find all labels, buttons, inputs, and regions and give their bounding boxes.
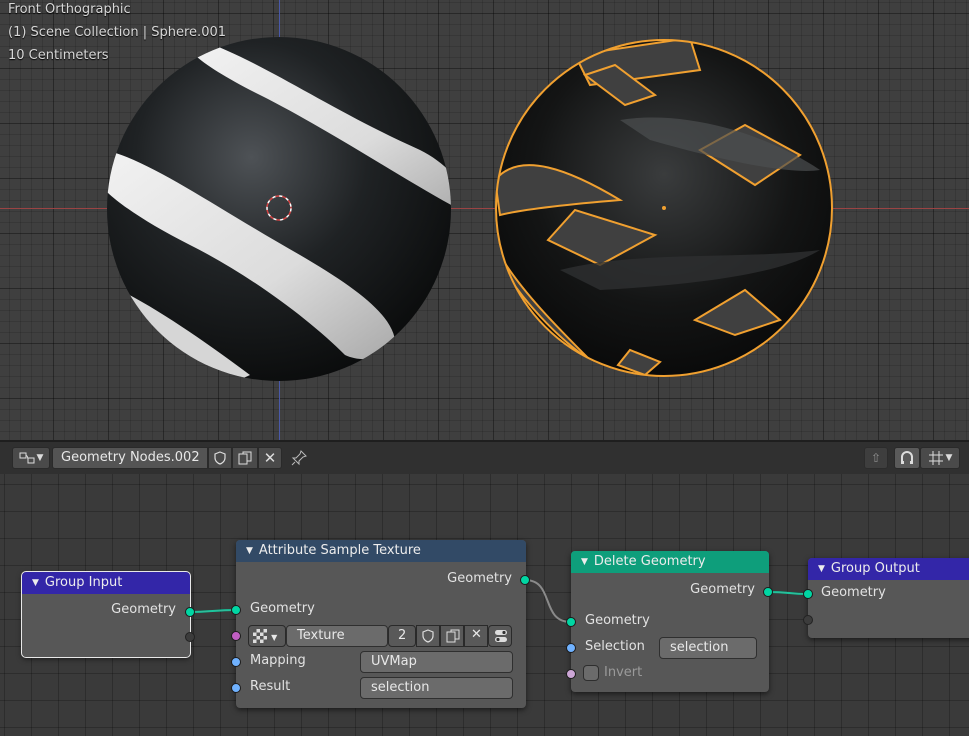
texture-users-count[interactable]: 2 xyxy=(388,625,416,647)
snap-mode-dropdown[interactable]: ▼ xyxy=(920,447,960,469)
snap-toggle[interactable] xyxy=(894,447,920,469)
geometry-input-socket[interactable] xyxy=(803,589,813,599)
socket-label: Geometry xyxy=(447,571,512,586)
3d-viewport[interactable]: Front Orthographic (1) Scene Collection … xyxy=(0,0,969,440)
node-editor-canvas[interactable]: ▼ Group Input Geometry ▼ Attribute Sample … xyxy=(0,474,969,736)
grid-snap-icon xyxy=(928,450,944,466)
chevron-down-icon: ▼ xyxy=(36,453,44,463)
chevron-down-icon: ▼ xyxy=(271,633,278,642)
collapse-triangle-icon[interactable]: ▼ xyxy=(581,557,588,567)
unlink-button[interactable]: ✕ xyxy=(258,447,282,469)
viewport-scene xyxy=(105,37,833,385)
texture-properties-button[interactable] xyxy=(488,625,512,647)
duplicate-button[interactable] xyxy=(232,447,258,469)
shield-icon xyxy=(422,629,434,647)
mapping-label: Mapping xyxy=(250,653,306,668)
mapping-value-field[interactable]: UVMap xyxy=(360,651,513,673)
texture-browse-button[interactable]: ▼ xyxy=(248,625,286,647)
socket-label: Geometry xyxy=(250,601,315,616)
mapping-input-socket[interactable] xyxy=(231,657,241,667)
duplicate-icon xyxy=(446,629,460,647)
view-name-label: Front Orthographic xyxy=(8,2,131,17)
node-title: Attribute Sample Texture xyxy=(258,543,421,558)
cut-sphere-selected[interactable] xyxy=(495,38,833,377)
socket-label: Geometry xyxy=(111,602,176,617)
pin-icon xyxy=(290,450,308,471)
editor-type-button[interactable]: ▼ xyxy=(12,447,50,469)
node-group-output[interactable]: ▼ Group Output Geometry xyxy=(803,558,969,638)
node-header[interactable]: ▼ Group Output xyxy=(808,558,969,580)
texture-input-socket[interactable] xyxy=(231,631,241,641)
socket-label: Geometry xyxy=(690,582,755,597)
snap-icon xyxy=(899,450,915,466)
checker-texture-icon xyxy=(253,629,267,643)
collapse-triangle-icon[interactable]: ▼ xyxy=(818,564,825,574)
node-header[interactable]: ▼ Delete Geometry xyxy=(571,551,769,573)
texture-name-field[interactable]: Texture xyxy=(286,625,388,647)
input-geometry-row: Geometry xyxy=(585,613,769,633)
node-header[interactable]: ▼ Attribute Sample Texture xyxy=(236,540,526,562)
geometry-input-socket[interactable] xyxy=(566,617,576,627)
collapse-triangle-icon[interactable]: ▼ xyxy=(246,546,253,556)
chevron-down-icon: ▼ xyxy=(945,453,953,463)
selection-input-socket[interactable] xyxy=(566,643,576,653)
node-title: Group Input xyxy=(44,575,123,590)
striped-sphere[interactable] xyxy=(105,37,470,385)
socket-label: Geometry xyxy=(585,613,650,628)
geometry-output-socket[interactable] xyxy=(185,607,195,617)
result-label: Result xyxy=(250,679,291,694)
toggle-icon xyxy=(494,630,508,647)
node-tree-name-field[interactable]: Geometry Nodes.002 xyxy=(52,447,208,469)
geometry-output-socket[interactable] xyxy=(520,575,530,585)
output-geometry-row: Geometry xyxy=(22,602,190,622)
node-header[interactable]: ▼ Group Input xyxy=(22,572,190,594)
empty-input-socket[interactable] xyxy=(803,615,813,625)
output-geometry-row: Geometry xyxy=(236,571,526,591)
node-editor-icon xyxy=(19,451,35,465)
texture-fake-user-button[interactable] xyxy=(416,625,440,647)
selection-value-field[interactable]: selection xyxy=(659,637,757,659)
input-geometry-row: Geometry xyxy=(250,601,526,621)
collection-info-label: (1) Scene Collection | Sphere.001 xyxy=(8,25,227,40)
node-group-input[interactable]: ▼ Group Input Geometry xyxy=(21,571,195,658)
texture-unlink-button[interactable]: ✕ xyxy=(464,625,488,647)
close-icon: ✕ xyxy=(263,449,277,467)
invert-input-socket[interactable] xyxy=(566,669,576,679)
texture-duplicate-button[interactable] xyxy=(440,625,464,647)
result-value-field[interactable]: selection xyxy=(360,677,513,699)
collapse-triangle-icon[interactable]: ▼ xyxy=(32,578,39,588)
empty-output-socket[interactable] xyxy=(185,632,195,642)
result-input-socket[interactable] xyxy=(231,683,241,693)
selection-label: Selection xyxy=(585,639,645,654)
duplicate-icon xyxy=(238,451,252,465)
invert-checkbox[interactable] xyxy=(583,665,599,681)
node-title: Group Output xyxy=(830,561,920,576)
node-attribute-sample-texture[interactable]: ▼ Attribute Sample Texture Geometry Geome… xyxy=(231,540,530,708)
close-icon: ✕ xyxy=(471,627,482,642)
shield-icon xyxy=(214,451,226,465)
node-title: Delete Geometry xyxy=(593,554,706,569)
input-geometry-row: Geometry xyxy=(821,585,969,605)
node-delete-geometry[interactable]: ▼ Delete Geometry Geometry Geometry Selec… xyxy=(566,551,773,692)
grid-scale-label: 10 Centimeters xyxy=(8,48,109,63)
geometry-input-socket[interactable] xyxy=(231,605,241,615)
fake-user-button[interactable] xyxy=(208,447,232,469)
output-geometry-row: Geometry xyxy=(571,582,769,602)
invert-label: Invert xyxy=(604,665,643,680)
parent-tree-button[interactable]: ⇧ xyxy=(864,447,888,469)
geometry-output-socket[interactable] xyxy=(763,587,773,597)
arrow-up-icon: ⇧ xyxy=(870,451,882,465)
pin-button[interactable] xyxy=(290,449,310,469)
node-editor-header: ▼ Geometry Nodes.002 ✕ ⇧ ▼ xyxy=(0,440,969,474)
invert-row: Invert xyxy=(604,665,769,685)
socket-label: Geometry xyxy=(821,585,886,600)
